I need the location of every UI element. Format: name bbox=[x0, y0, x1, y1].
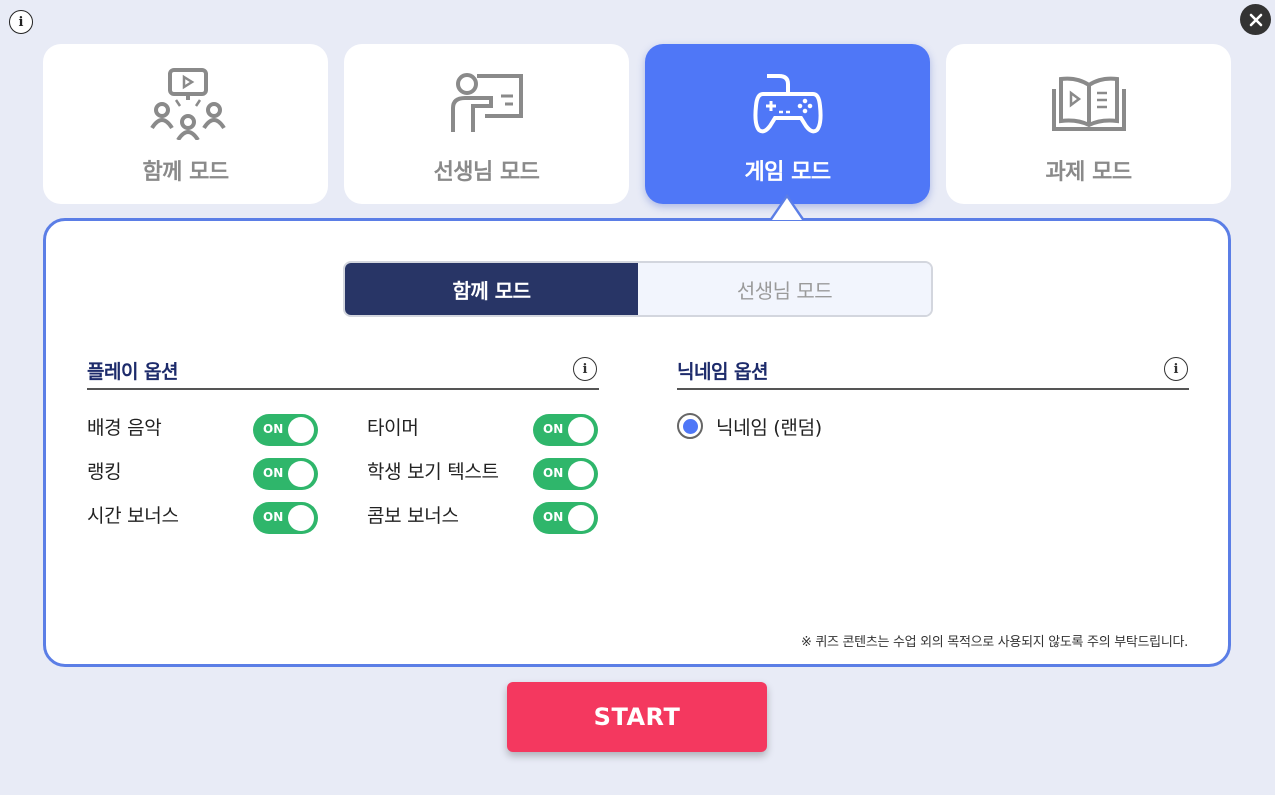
toggle-combo-bonus[interactable]: ON bbox=[533, 502, 598, 534]
mode-label: 게임 모드 bbox=[744, 160, 831, 185]
toggle-student-text[interactable]: ON bbox=[533, 458, 598, 490]
info-icon[interactable]: i bbox=[1164, 357, 1188, 381]
option-label-student-text: 학생 보기 텍스트 bbox=[367, 461, 499, 483]
toggle-timer[interactable]: ON bbox=[533, 414, 598, 446]
segment-together[interactable]: 함께 모드 bbox=[345, 263, 638, 315]
mode-card-game[interactable]: 게임 모드 bbox=[645, 44, 930, 204]
toggle-knob bbox=[568, 461, 594, 487]
mode-label: 선생님 모드 bbox=[433, 160, 540, 185]
toggle-state: ON bbox=[263, 510, 284, 524]
nickname-random-label: 닉네임 (랜덤) bbox=[716, 417, 822, 439]
info-icon[interactable]: i bbox=[9, 10, 33, 34]
toggle-knob bbox=[288, 505, 314, 531]
radio-dot bbox=[682, 418, 698, 434]
toggle-knob bbox=[568, 417, 594, 443]
option-label-time-bonus: 시간 보너스 bbox=[87, 505, 179, 527]
section-divider bbox=[677, 388, 1189, 390]
info-icon[interactable]: i bbox=[573, 357, 597, 381]
start-button[interactable]: START bbox=[507, 682, 767, 752]
toggle-knob bbox=[288, 417, 314, 443]
notice-text: ※ 퀴즈 콘텐츠는 수업 외의 목적으로 사용되지 않도록 주의 부탁드립니다. bbox=[800, 635, 1188, 650]
submode-segmented-control: 함께 모드 선생님 모드 bbox=[343, 261, 933, 317]
option-label-ranking: 랭킹 bbox=[87, 461, 122, 483]
close-icon bbox=[1249, 13, 1262, 26]
mode-label: 과제 모드 bbox=[1045, 160, 1132, 185]
section-divider bbox=[87, 388, 599, 390]
mode-label: 함께 모드 bbox=[142, 160, 229, 185]
toggle-state: ON bbox=[543, 510, 564, 524]
mode-card-assignment[interactable]: 과제 모드 bbox=[946, 44, 1231, 204]
mode-card-teacher[interactable]: 선생님 모드 bbox=[344, 44, 629, 204]
audience-screen-icon bbox=[149, 68, 226, 140]
toggle-time-bonus[interactable]: ON bbox=[253, 502, 318, 534]
options-panel: 함께 모드 선생님 모드 플레이 옵션 i 배경 음악 ON 타이머 ON 랭킹… bbox=[43, 218, 1231, 667]
close-button[interactable] bbox=[1240, 4, 1271, 35]
toggle-bgm[interactable]: ON bbox=[253, 414, 318, 446]
toggle-state: ON bbox=[263, 466, 284, 480]
teacher-board-icon bbox=[450, 73, 523, 132]
gamepad-icon bbox=[752, 74, 823, 134]
active-mode-pointer-inner bbox=[772, 198, 802, 220]
segment-teacher[interactable]: 선생님 모드 bbox=[638, 263, 931, 315]
option-label-bgm: 배경 음악 bbox=[87, 417, 162, 439]
toggle-knob bbox=[288, 461, 314, 487]
open-book-icon bbox=[1051, 76, 1126, 131]
option-label-combo-bonus: 콤보 보너스 bbox=[367, 505, 459, 527]
toggle-state: ON bbox=[543, 466, 564, 480]
nickname-random-radio[interactable] bbox=[677, 413, 703, 439]
toggle-ranking[interactable]: ON bbox=[253, 458, 318, 490]
option-label-timer: 타이머 bbox=[367, 417, 419, 439]
play-options-title: 플레이 옵션 bbox=[87, 361, 179, 383]
nickname-options-title: 닉네임 옵션 bbox=[677, 361, 769, 383]
mode-card-together[interactable]: 함께 모드 bbox=[43, 44, 328, 204]
toggle-knob bbox=[568, 505, 594, 531]
toggle-state: ON bbox=[543, 422, 564, 436]
toggle-state: ON bbox=[263, 422, 284, 436]
